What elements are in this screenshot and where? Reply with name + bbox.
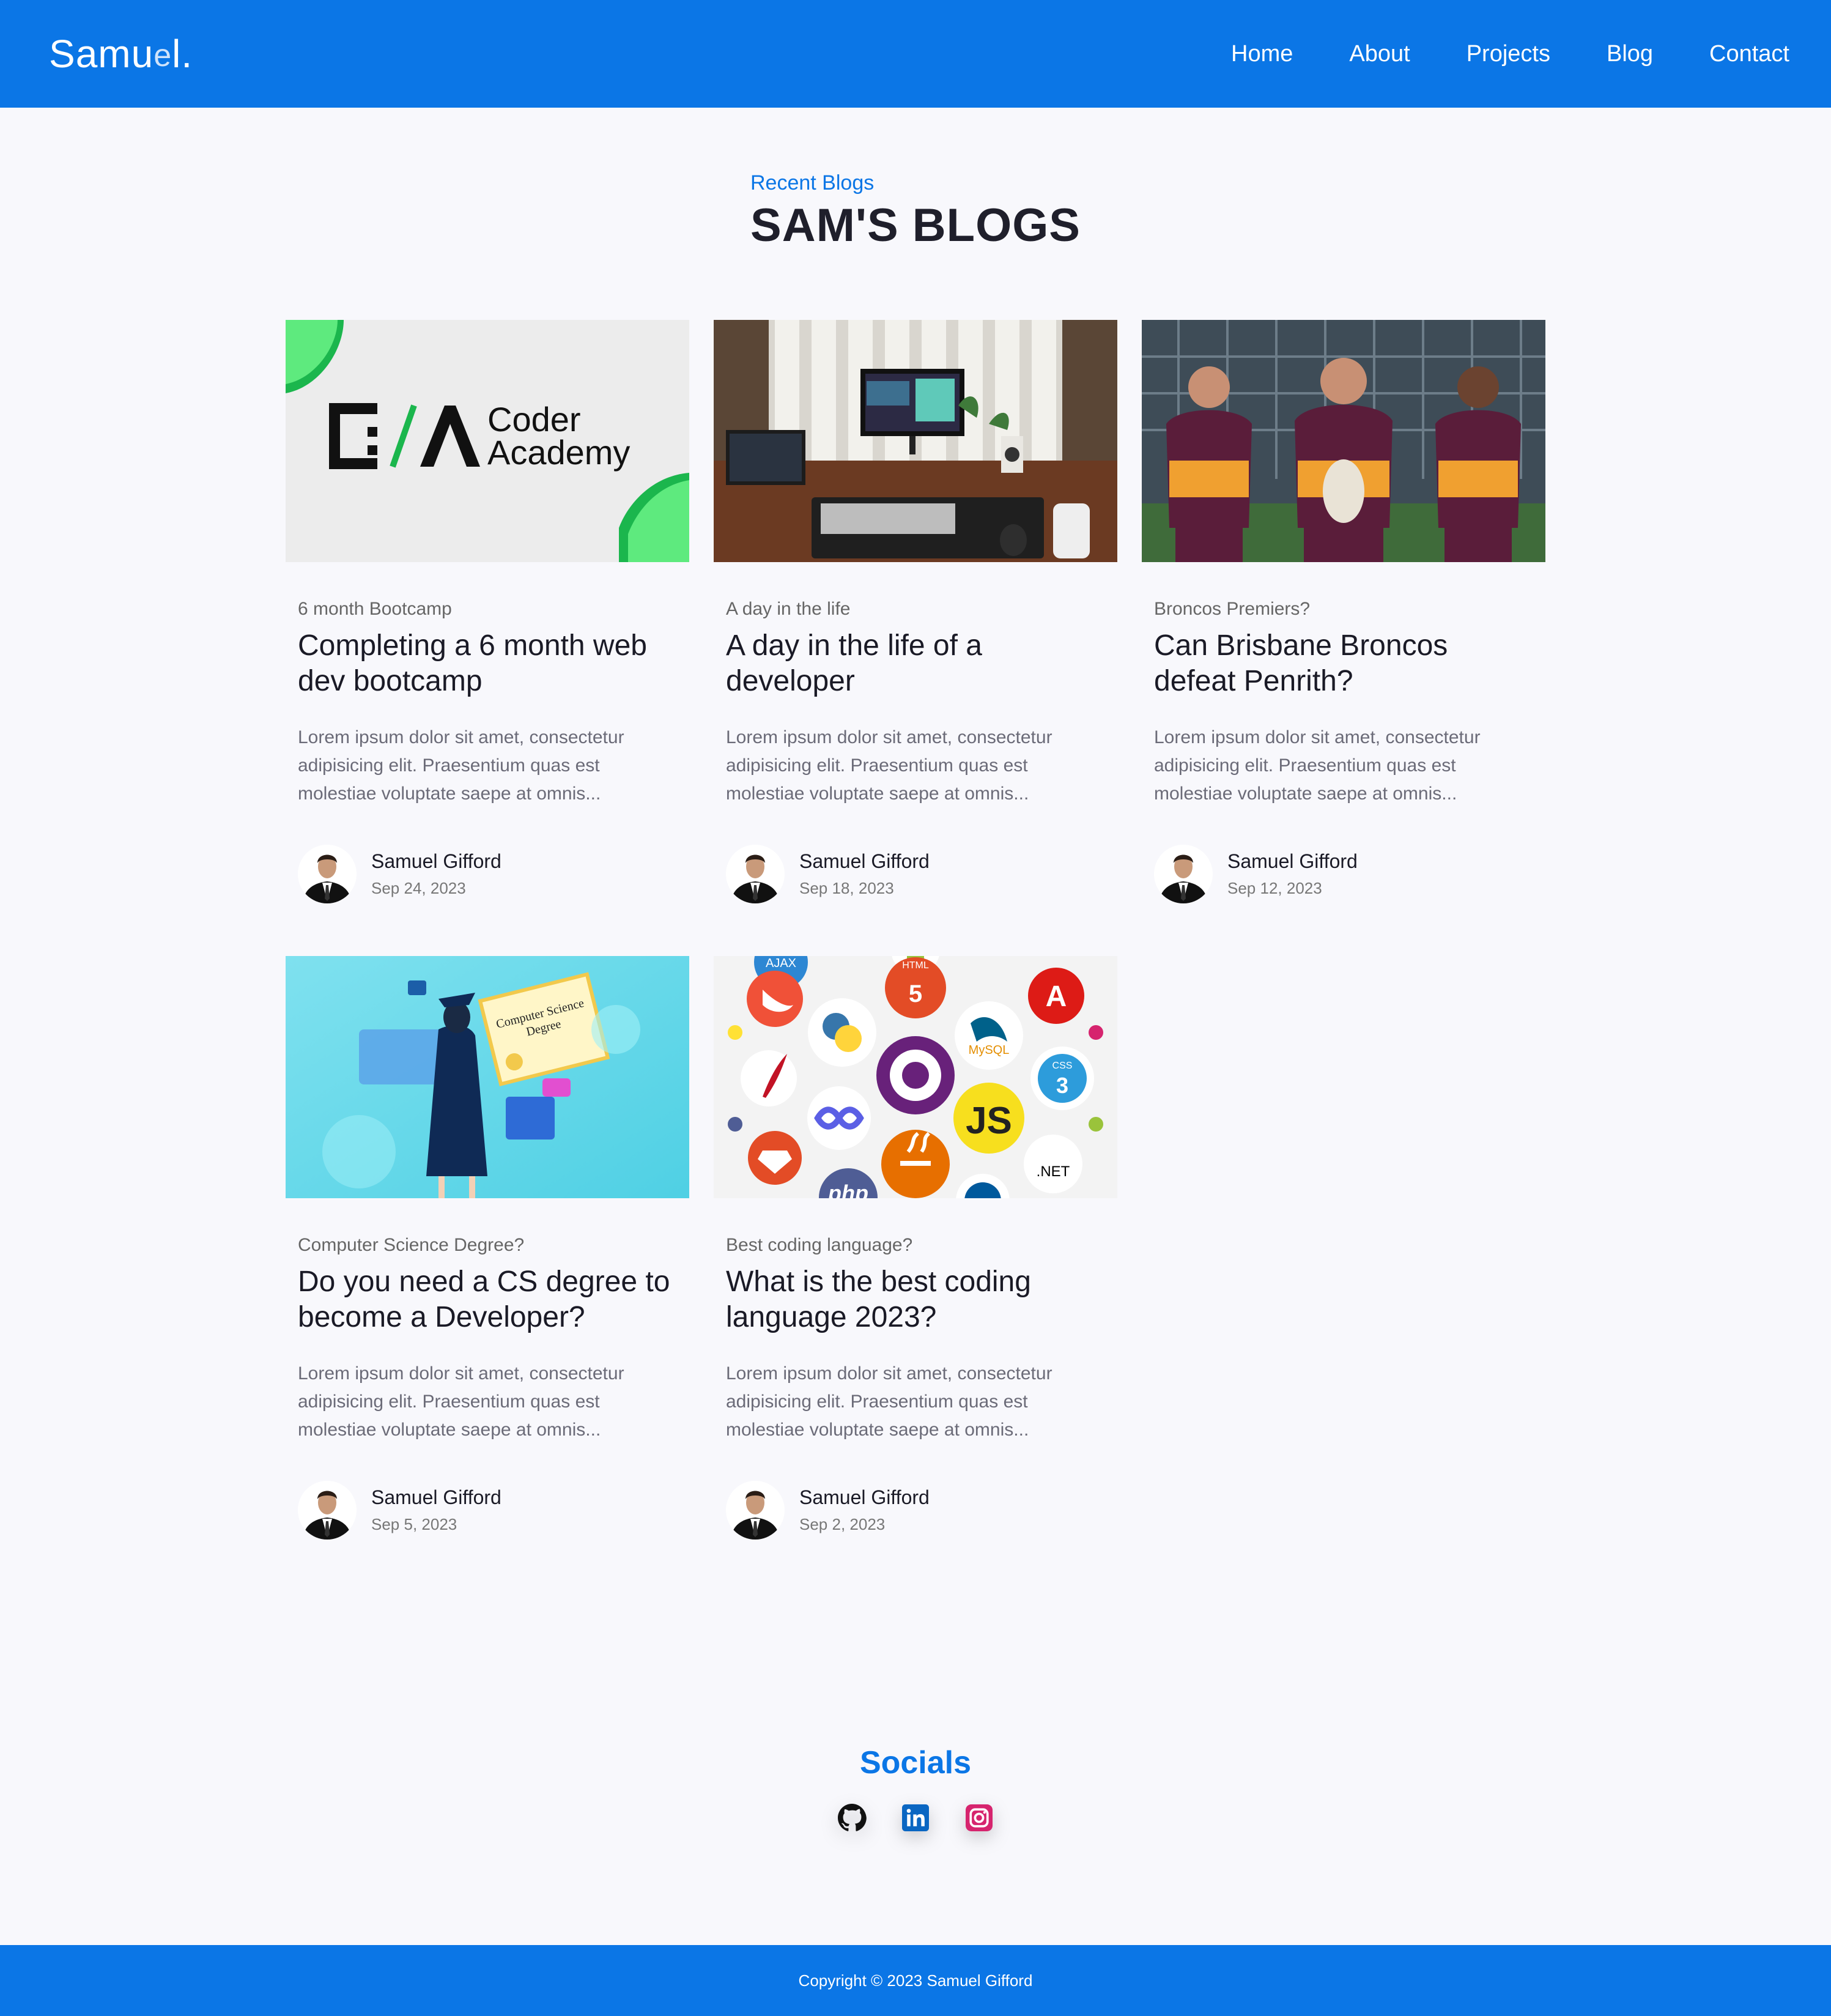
section-subtitle: Recent Blogs <box>750 171 875 195</box>
author-info: Samuel Gifford Sep 12, 2023 <box>1154 845 1533 903</box>
author-avatar <box>726 1481 785 1540</box>
linkedin-icon[interactable] <box>901 1803 930 1833</box>
svg-text:5: 5 <box>909 980 922 1007</box>
blog-category: 6 month Bootcamp <box>298 599 452 619</box>
blog-category: A day in the life <box>726 599 851 619</box>
blog-title[interactable]: A day in the life of a developer <box>726 628 1105 699</box>
blog-excerpt: Lorem ipsum dolor sit amet, consectetur … <box>1154 727 1481 804</box>
post-date: Sep 5, 2023 <box>371 1515 457 1533</box>
html-text: HTML <box>902 960 929 971</box>
author-avatar <box>298 845 357 903</box>
instagram-icon[interactable] <box>964 1803 994 1833</box>
author-name: Samuel Gifford <box>371 850 501 872</box>
blog-category: Broncos Premiers? <box>1154 599 1311 619</box>
blog-excerpt: Lorem ipsum dolor sit amet, consectetur … <box>726 1363 1052 1440</box>
author-avatar <box>726 845 785 903</box>
author-name: Samuel Gifford <box>1227 850 1358 872</box>
blog-card-body: Computer Science Degree? Do you need a C… <box>286 1198 689 1540</box>
blogs-header: Recent Blogs SAM'S BLOGS <box>0 171 1831 252</box>
social-icons <box>0 1803 1831 1833</box>
author-info: Samuel Gifford Sep 5, 2023 <box>298 1481 677 1540</box>
blog-excerpt: Lorem ipsum dolor sit amet, consectetur … <box>726 727 1052 804</box>
blog-title[interactable]: Do you need a CS degree to become a Deve… <box>298 1264 677 1335</box>
author-name: Samuel Gifford <box>371 1486 501 1508</box>
post-date: Sep 2, 2023 <box>799 1515 886 1533</box>
blog-title[interactable]: What is the best coding language 2023? <box>726 1264 1105 1335</box>
brand-mark: e <box>154 38 172 73</box>
brand-suffix: l. <box>172 32 193 76</box>
footer: Copyright © 2023 Samuel Gifford <box>0 1945 1831 2016</box>
github-icon[interactable] <box>837 1803 867 1833</box>
socials-title: Socials <box>859 1745 972 1781</box>
blog-card-image-desk-setup[interactable] <box>714 320 1117 562</box>
nav-projects-link[interactable]: Projects <box>1467 41 1550 67</box>
blog-card-body: Best coding language? What is the best c… <box>714 1198 1117 1540</box>
blog-card-image-coder-academy[interactable]: Coder Academy <box>286 320 689 562</box>
blog-card[interactable]: AJAX HTML 5 A MySQL CSS 3 JS .NET php Be… <box>714 956 1117 1540</box>
socials-section: Socials <box>0 1744 1831 1833</box>
blog-card[interactable]: A day in the life A day in the life of a… <box>714 320 1117 903</box>
nav-home-link[interactable]: Home <box>1231 41 1293 67</box>
svg-text:3: 3 <box>1056 1073 1068 1098</box>
brand-prefix: Samu <box>49 32 154 76</box>
svg-text:A: A <box>1046 980 1067 1013</box>
author-name: Samuel Gifford <box>799 850 930 872</box>
academy-text: Academy <box>487 433 630 472</box>
author-name: Samuel Gifford <box>799 1486 930 1508</box>
navbar: Samuel. Home About Projects Blog Contact <box>0 0 1831 108</box>
blog-title[interactable]: Completing a 6 month web dev bootcamp <box>298 628 677 699</box>
author-info: Samuel Gifford Sep 18, 2023 <box>726 845 1105 903</box>
copyright-text: Copyright © 2023 Samuel Gifford <box>798 1971 1033 1990</box>
blog-card-image-cs-degree[interactable]: Computer Science Degree <box>286 956 689 1198</box>
author-avatar <box>298 1481 357 1540</box>
blog-card-image-coding-languages[interactable]: AJAX HTML 5 A MySQL CSS 3 JS .NET php <box>714 956 1117 1198</box>
post-date: Sep 18, 2023 <box>799 879 894 897</box>
nav-about-link[interactable]: About <box>1349 41 1410 67</box>
brand-logo[interactable]: Samuel. <box>49 31 193 76</box>
post-date: Sep 12, 2023 <box>1227 879 1322 897</box>
blog-card-body: 6 month Bootcamp Completing a 6 month we… <box>286 562 689 903</box>
blog-category: Best coding language? <box>726 1235 913 1255</box>
php-text: php <box>827 1180 868 1198</box>
author-info: Samuel Gifford Sep 2, 2023 <box>726 1481 1105 1540</box>
blog-card-body: A day in the life A day in the life of a… <box>714 562 1117 903</box>
blog-category: Computer Science Degree? <box>298 1235 525 1255</box>
nav-blog-link[interactable]: Blog <box>1607 41 1653 67</box>
nav-contact-link[interactable]: Contact <box>1709 41 1789 67</box>
js-text: JS <box>966 1100 1012 1142</box>
blog-card-image-broncos-players[interactable] <box>1142 320 1545 562</box>
blog-card[interactable]: Coder Academy 6 month Bootcamp Completin… <box>286 320 689 903</box>
blog-title[interactable]: Can Brisbane Broncos defeat Penrith? <box>1154 628 1533 699</box>
blog-excerpt: Lorem ipsum dolor sit amet, consectetur … <box>298 1363 624 1440</box>
page-title: SAM'S BLOGS <box>750 199 1081 251</box>
blog-card-body: Broncos Premiers? Can Brisbane Broncos d… <box>1142 562 1545 903</box>
blog-card[interactable]: Broncos Premiers? Can Brisbane Broncos d… <box>1142 320 1545 903</box>
ajax-text: AJAX <box>766 957 796 970</box>
css-text: CSS <box>1052 1061 1073 1071</box>
nav-links: Home About Projects Blog Contact <box>1231 41 1789 67</box>
author-info: Samuel Gifford Sep 24, 2023 <box>298 845 677 903</box>
blog-excerpt: Lorem ipsum dolor sit amet, consectetur … <box>298 727 624 804</box>
post-date: Sep 24, 2023 <box>371 879 466 897</box>
dotnet-text: .NET <box>1037 1163 1070 1180</box>
blog-card[interactable]: Computer Science Degree Computer Science… <box>286 956 689 1540</box>
author-avatar <box>1154 845 1213 903</box>
mysql-text: MySQL <box>969 1043 1010 1057</box>
